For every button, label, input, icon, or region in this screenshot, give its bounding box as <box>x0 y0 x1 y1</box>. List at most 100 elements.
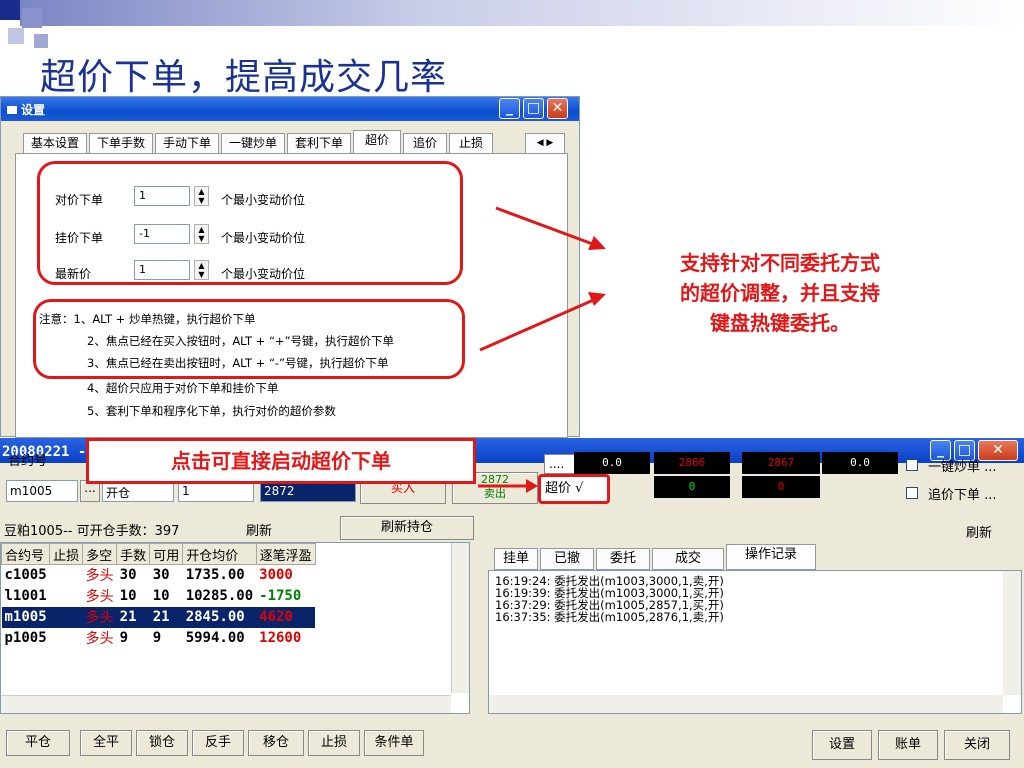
table-row[interactable]: p1005 多头 9 9 5994.00 12600 <box>2 628 316 649</box>
close-button[interactable]: ✕ <box>547 98 568 119</box>
table-cell-code: m1005 <box>4 609 47 625</box>
table-cell-code: c1005 <box>4 567 47 584</box>
trade-window: 20080221 -- 权益: 159,1157, 可用资金: 91,4651 … <box>0 438 1024 768</box>
tab-scroll-arrows[interactable]: ◀ ▶ <box>525 133 565 153</box>
tab-pending[interactable]: 挂单 <box>494 548 538 570</box>
tab-super-price[interactable]: 超价 <box>353 130 401 154</box>
chase-label: 追价下单 ... <box>928 488 997 503</box>
close-window-button[interactable]: 关闭 <box>944 730 1010 760</box>
super-price-toggle[interactable]: 超价 √ <box>538 474 610 504</box>
table-cell-dir: 多头 <box>85 631 114 647</box>
position-table-panel: 合约号 止损 多空 手数 可用 开仓均价 逐笔浮盈 c1005 多头 30 30 1735.00 30… <box>0 542 470 714</box>
table-cell-qty: 10 <box>119 588 137 604</box>
highlight-oval <box>37 161 463 285</box>
refresh-position-button[interactable]: 刷新持仓 <box>340 516 474 540</box>
table-row[interactable]: m1005 多头 21 21 2845.00 4620 <box>1 606 316 628</box>
quote-value: 0.0 <box>822 452 898 474</box>
feature-callout: 支持针对不同委托方式 的超价调整，并且支持 键盘热键委托。 <box>620 248 940 338</box>
close-position-button[interactable]: 平仓 <box>6 730 70 756</box>
tab-basic[interactable]: 基本设置 <box>23 133 87 153</box>
reverse-button[interactable]: 反手 <box>192 730 244 756</box>
vertical-scrollbar[interactable] <box>1003 571 1021 695</box>
lock-position-button[interactable]: 锁仓 <box>136 730 188 756</box>
tab-stoploss[interactable]: 止损 <box>449 133 493 153</box>
tab-orders[interactable]: 委托 <box>596 548 650 570</box>
refresh-button[interactable]: 刷新 <box>246 520 272 539</box>
table-row[interactable]: c1005 多头 30 30 1735.00 3000 <box>2 565 316 586</box>
quote-value: 0 <box>654 476 730 498</box>
stoploss-button[interactable]: 止损 <box>308 730 360 756</box>
maximize-button[interactable]: □ <box>523 98 544 119</box>
column-header[interactable]: 可用 <box>149 543 184 565</box>
table-cell-pnl: 12600 <box>259 630 302 646</box>
log-line: 16:37:35: 委托发出(m1005,2876,1,卖,开) <box>495 610 724 624</box>
position-table: 合约号 止损 多空 手数 可用 开仓均价 逐笔浮盈 c1005 多头 30 30 1735.00 30… <box>1 543 316 649</box>
vertical-scrollbar[interactable] <box>451 543 469 693</box>
table-cell-stop <box>50 586 83 607</box>
callout-line: 支持针对不同委托方式 <box>680 251 880 275</box>
callout-line: 的超价调整，并且支持 <box>680 281 880 305</box>
table-cell-avg: 1735.00 <box>185 567 245 584</box>
window-icon <box>7 106 17 114</box>
column-header[interactable]: 逐笔浮盈 <box>255 543 316 565</box>
table-cell-pnl: 3000 <box>259 567 293 584</box>
one-click-label: 一键炒单 ... <box>928 460 997 475</box>
column-header[interactable]: 合约号 <box>1 543 51 565</box>
contract-input[interactable]: m1005 <box>6 480 78 502</box>
callout-line: 键盘热键委托。 <box>710 311 850 335</box>
tab-order-qty[interactable]: 下单手数 <box>89 133 153 153</box>
column-header[interactable]: 止损 <box>49 543 84 565</box>
position-header: 豆粕1005-- 可开仓手数：397 <box>4 524 180 539</box>
tab-op-log[interactable]: 操作记录 <box>726 544 816 570</box>
trade-callout: 点击可直接启动超价下单 <box>86 438 476 484</box>
chase-checkbox[interactable] <box>906 487 918 499</box>
quote-value: 0.0 <box>574 452 650 474</box>
decor-square <box>8 28 24 44</box>
arrow-graphic <box>478 479 538 493</box>
tab-one-click[interactable]: 一键炒单 <box>221 133 285 153</box>
table-header: 合约号 止损 多空 手数 可用 开仓均价 逐笔浮盈 <box>1 543 316 565</box>
tab-arbitrage[interactable]: 套利下单 <box>287 133 351 153</box>
close-all-button[interactable]: 全平 <box>80 730 132 756</box>
dialog-title: 设置 <box>21 103 46 117</box>
column-header[interactable]: 开仓均价 <box>182 543 257 565</box>
table-cell-code: l1001 <box>4 588 47 604</box>
table-cell-dir: 多头 <box>85 568 114 585</box>
tab-cancelled[interactable]: 已撤 <box>540 548 594 570</box>
statement-button[interactable]: 账单 <box>878 730 938 760</box>
table-cell-qty: 9 <box>119 630 129 646</box>
tab-manual[interactable]: 手动下单 <box>155 133 219 153</box>
table-cell-pnl: 4620 <box>259 609 293 625</box>
quote-value: 0 <box>742 476 820 498</box>
table-cell-avg: 10285.00 <box>185 588 254 604</box>
move-position-button[interactable]: 移仓 <box>248 730 304 756</box>
table-cell-dir: 多头 <box>85 589 114 605</box>
right-refresh-button[interactable]: 刷新 <box>966 522 992 541</box>
one-click-checkbox[interactable] <box>906 459 918 471</box>
quote-value: 2866 <box>654 452 730 474</box>
minimize-button[interactable]: _ <box>499 98 520 119</box>
dialog-titlebar: 设置 <box>1 97 579 121</box>
table-cell-avg: 5994.00 <box>185 630 245 646</box>
decor-square <box>22 8 42 28</box>
note-line: 4、超价只应用于对价下单和挂价下单 <box>87 381 279 395</box>
quote-value: 2867 <box>742 452 820 474</box>
tab-fills[interactable]: 成交 <box>652 548 724 570</box>
table-cell-stop <box>50 565 83 586</box>
horizontal-scrollbar[interactable] <box>489 695 1003 713</box>
op-log-panel: 16:19:24: 委托发出(m1003,3000,1,卖,开) 16:19:39… <box>488 570 1022 714</box>
decor-square <box>34 34 48 48</box>
top-gradient-bar <box>20 0 1024 26</box>
settings-button[interactable]: 设置 <box>812 730 872 760</box>
column-header[interactable]: 多空 <box>82 543 118 565</box>
conditional-order-button[interactable]: 条件单 <box>364 730 424 756</box>
table-cell-avail: 9 <box>152 630 162 646</box>
tab-chase[interactable]: 追价 <box>403 133 447 153</box>
arrow-graphic <box>479 206 606 352</box>
table-row[interactable]: l1001 多头 10 10 10285.00 -1750 <box>2 586 316 607</box>
table-cell-avail: 30 <box>152 567 170 584</box>
column-header[interactable]: 手数 <box>116 543 151 565</box>
note-line: 5、套利下单和程序化下单，执行对价的超价参数 <box>87 404 336 418</box>
horizontal-scrollbar[interactable] <box>1 695 451 713</box>
contract-label: 合约号 <box>8 454 48 469</box>
